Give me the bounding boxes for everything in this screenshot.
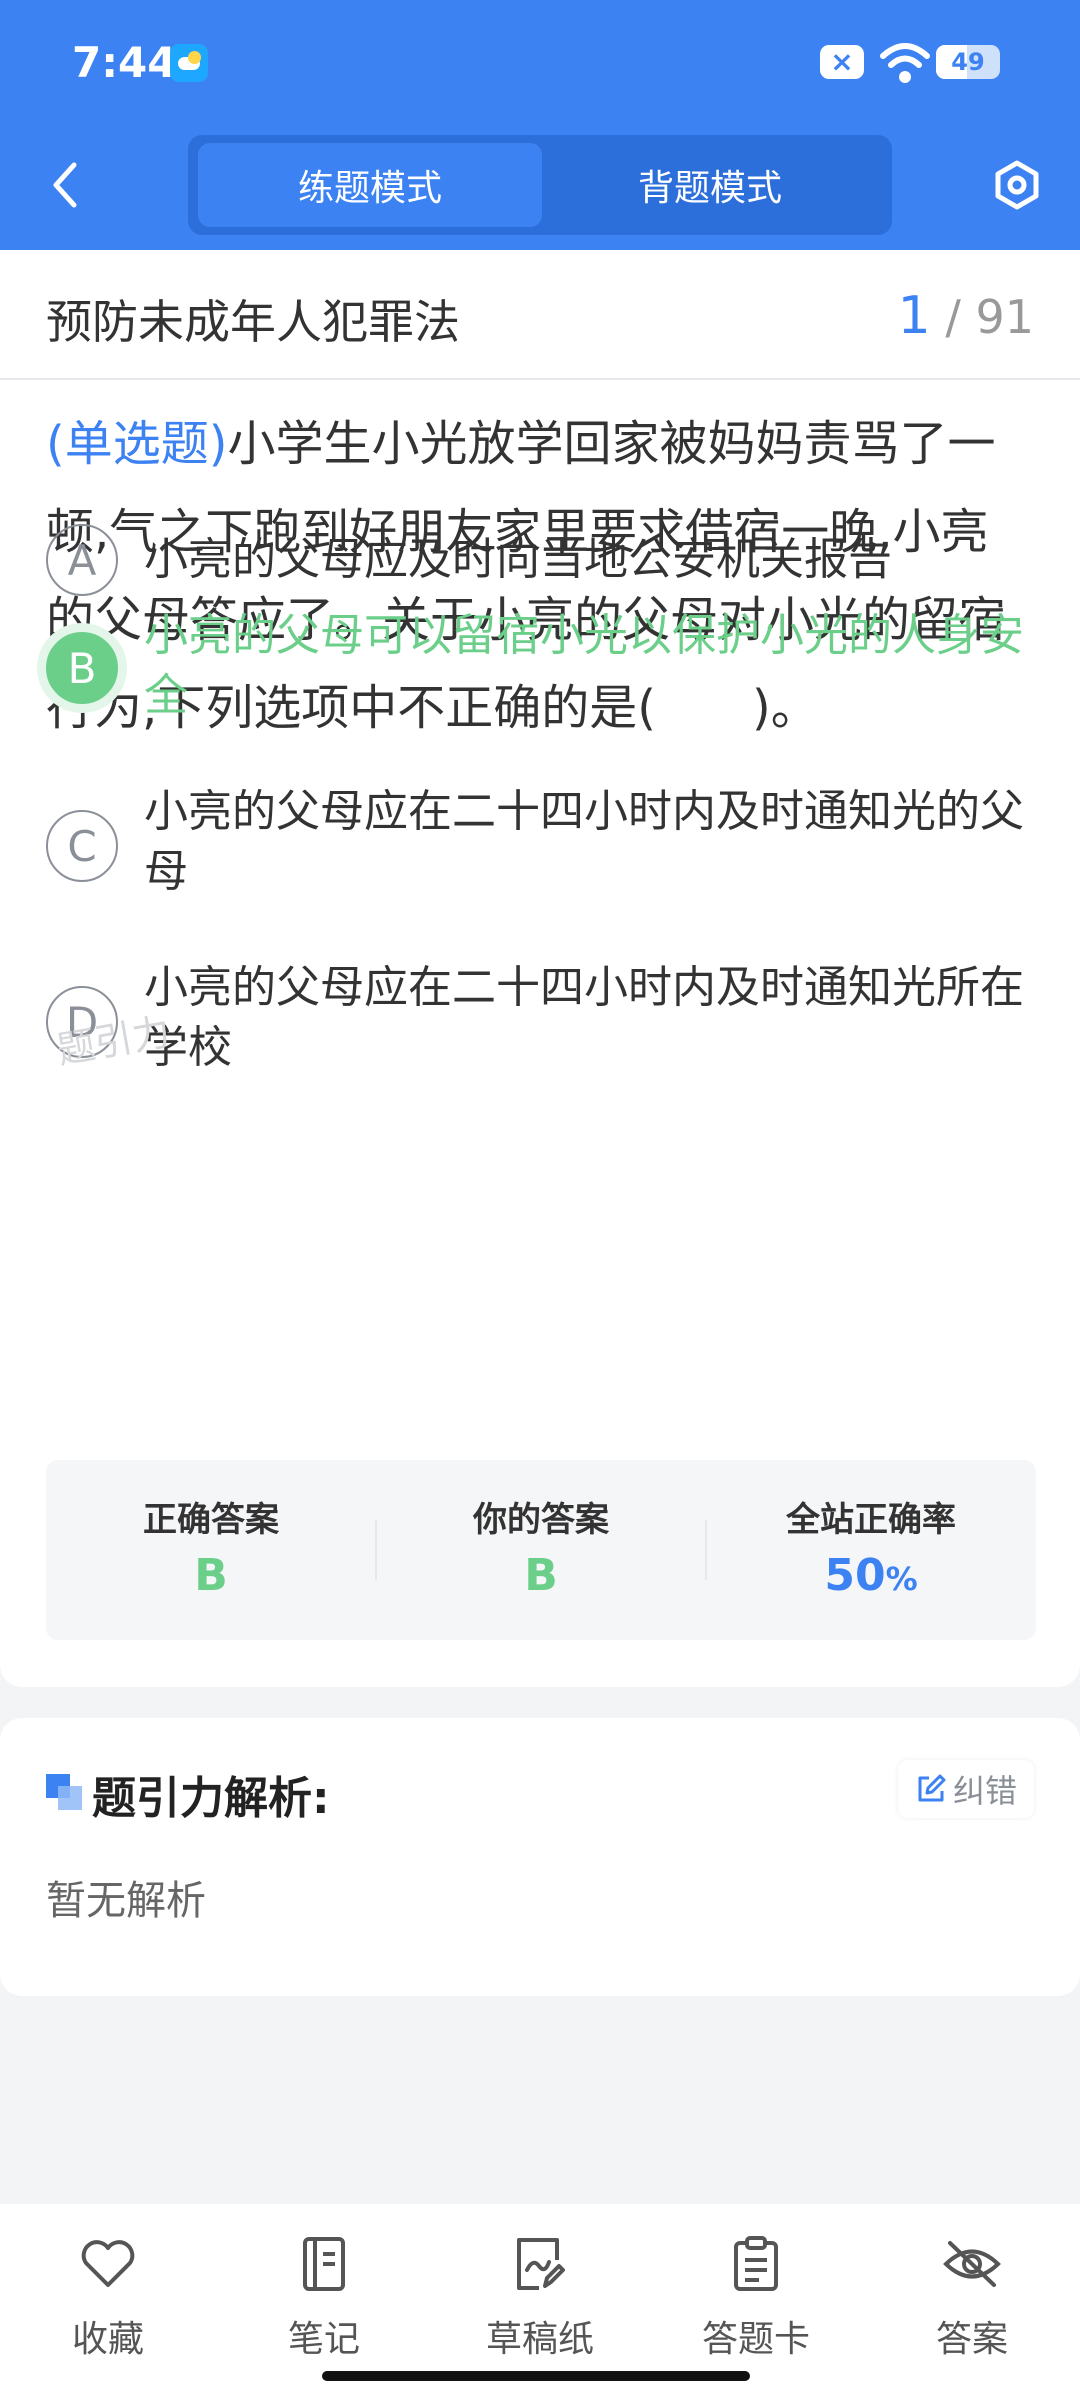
option-text: 小亮的父母应在二十四小时内及时通知光的父母	[144, 786, 1024, 897]
exam-title-row: 预防未成年人犯罪法 1 / 91	[0, 250, 1080, 380]
battery-icon: 49	[936, 45, 1000, 79]
heart-icon	[78, 2234, 138, 2294]
option-text: 小亮的父母可以留宿小光以保护小光的人身安全	[144, 610, 1024, 721]
option-c[interactable]: C 小亮的父母应在二十四小时内及时通知光的父母	[46, 782, 1036, 912]
edit-icon	[918, 1774, 946, 1802]
answer-card-button[interactable]: 答题卡	[648, 2224, 864, 2360]
notebook-icon	[294, 2234, 354, 2294]
tab-practice-mode[interactable]: 练题模式	[198, 143, 542, 227]
stat-label: 正确答案	[143, 1500, 279, 1540]
answer-stats: 正确答案 B 你的答案 B 全站正确率 50%	[46, 1460, 1036, 1640]
show-answer-button[interactable]: 答案	[864, 2224, 1080, 2360]
question-card: 预防未成年人犯罪法 1 / 91 (单选题)小学生小光放学回家被妈妈责骂了一顿,…	[0, 250, 1080, 1687]
correction-label: 纠错	[952, 1772, 1017, 1810]
analysis-title: 题引力解析:	[92, 1773, 330, 1824]
mode-toggle: 练题模式 背题模式	[188, 135, 892, 235]
exam-title: 预防未成年人犯罪法	[46, 295, 460, 349]
stat-label: 你的答案	[473, 1500, 609, 1540]
option-text: 小亮的父母应在二十四小时内及时通知光所在学校	[144, 962, 1024, 1073]
bar-label: 答案	[935, 2319, 1008, 2360]
stat-accuracy-rate: 全站正确率 50%	[706, 1460, 1036, 1640]
chevron-left-icon	[53, 162, 77, 208]
favorite-button[interactable]: 收藏	[0, 2224, 216, 2360]
accuracy-unit: %	[885, 1560, 918, 1598]
draft-icon	[510, 2234, 570, 2294]
question-type: (单选题)	[46, 416, 228, 472]
wifi-icon	[880, 40, 930, 86]
tab-memorize-mode[interactable]: 背题模式	[538, 143, 882, 227]
settings-hexagon-icon	[995, 160, 1039, 210]
nav-bar: 练题模式 背题模式	[0, 125, 1080, 250]
status-bar: 7:44 × 49	[0, 0, 1080, 125]
status-time: 7:44	[72, 38, 177, 87]
option-letter: A	[46, 524, 118, 596]
stat-your-answer: 你的答案 B	[376, 1460, 706, 1640]
accuracy-value: 50	[824, 1550, 886, 1601]
analysis-content: 暂无解析	[46, 1878, 206, 1924]
option-letter: C	[46, 810, 118, 882]
option-a[interactable]: A 小亮的父母应及时向当地公安机关报告	[46, 520, 1036, 600]
total-questions: 91	[975, 290, 1034, 344]
option-b[interactable]: B 小亮的父母可以留宿小光以保护小光的人身安全	[46, 606, 1036, 736]
bar-label: 收藏	[71, 2319, 144, 2360]
notes-button[interactable]: 笔记	[216, 2224, 432, 2360]
stat-value: 50%	[706, 1550, 1036, 1601]
current-question-number: 1	[897, 286, 931, 346]
weather-icon	[170, 44, 208, 82]
header: 7:44 × 49 练题模式 背题模式	[0, 0, 1080, 250]
settings-button[interactable]	[990, 155, 1044, 215]
stat-label: 全站正确率	[786, 1500, 956, 1540]
bar-label: 答题卡	[701, 2319, 810, 2360]
correction-button[interactable]: 纠错	[898, 1760, 1034, 1818]
home-indicator[interactable]	[322, 2371, 750, 2381]
analysis-card: 题引力解析: 纠错 暂无解析	[0, 1718, 1080, 1996]
bar-label: 笔记	[287, 2319, 360, 2360]
analysis-icon	[46, 1774, 82, 1810]
stat-correct-answer: 正确答案 B	[46, 1460, 376, 1640]
stat-value: B	[194, 1550, 228, 1601]
stat-value: B	[524, 1550, 558, 1601]
battery-level: 49	[951, 48, 985, 76]
eye-off-icon	[942, 2234, 1002, 2294]
bar-label: 草稿纸	[485, 2319, 594, 2360]
option-text: 小亮的父母应及时向当地公安机关报告	[144, 534, 892, 585]
question-counter: 1 / 91	[897, 286, 1034, 346]
option-letter: B	[46, 632, 118, 704]
draft-paper-button[interactable]: 草稿纸	[432, 2224, 648, 2360]
notification-close-icon: ×	[820, 45, 864, 79]
back-button[interactable]	[40, 155, 90, 215]
option-d[interactable]: D 小亮的父母应在二十四小时内及时通知光所在学校	[46, 958, 1036, 1088]
answer-card-icon	[726, 2234, 786, 2294]
